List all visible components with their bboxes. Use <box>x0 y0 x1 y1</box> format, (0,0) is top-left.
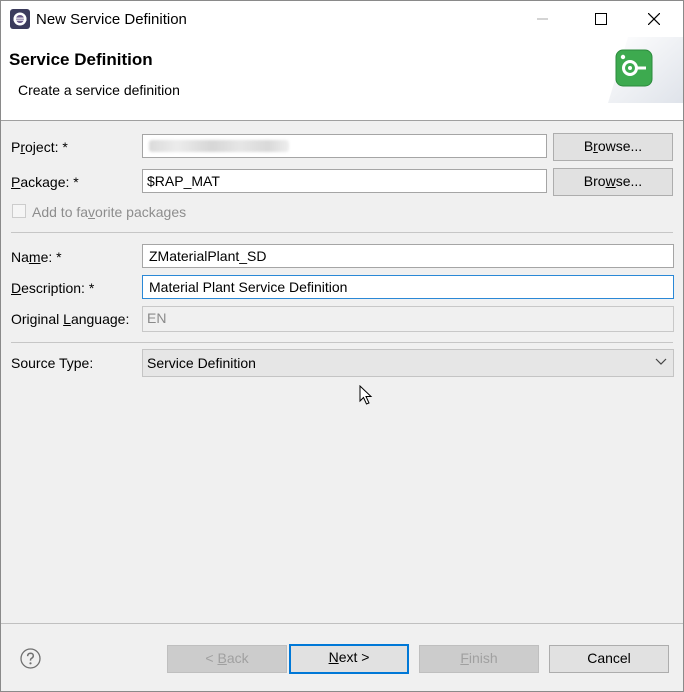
project-field[interactable] <box>142 134 547 158</box>
close-icon <box>648 13 660 25</box>
eclipse-app-icon <box>10 9 30 29</box>
project-label: Project: * <box>11 139 68 155</box>
wizard-header: Service Definition Create a service defi… <box>1 37 683 121</box>
original-language-label: Original Language: <box>11 311 130 327</box>
close-button[interactable] <box>631 1 677 37</box>
title-bar: New Service Definition <box>1 1 683 37</box>
next-button[interactable]: Next > <box>289 644 409 674</box>
package-label: Package: * <box>11 174 79 190</box>
original-language-field: EN <box>142 306 674 332</box>
favorite-packages-checkbox[interactable] <box>12 204 26 218</box>
name-field[interactable]: ZMaterialPlant_SD <box>142 244 674 268</box>
project-value-redacted <box>149 140 289 152</box>
separator <box>11 342 673 343</box>
finish-button[interactable]: Finish <box>419 645 539 673</box>
minimize-button[interactable] <box>520 1 566 37</box>
package-field[interactable]: $RAP_MAT <box>142 169 547 193</box>
name-label: Name: * <box>11 249 62 265</box>
minimize-icon <box>537 18 548 20</box>
source-type-value: Service Definition <box>147 355 256 371</box>
project-browse-button[interactable]: Browse... <box>553 133 673 161</box>
separator <box>11 232 673 233</box>
back-button[interactable]: < Back <box>167 645 287 673</box>
cancel-button[interactable]: Cancel <box>549 645 669 673</box>
maximize-icon <box>595 13 607 25</box>
favorite-packages-label: Add to favorite packages <box>32 204 187 220</box>
chevron-down-icon <box>655 358 667 365</box>
source-type-label: Source Type: <box>11 355 94 371</box>
window-title: New Service Definition <box>36 11 187 28</box>
maximize-button[interactable] <box>578 1 624 37</box>
description-field[interactable]: Material Plant Service Definition <box>142 275 674 299</box>
footer-separator <box>1 623 683 624</box>
service-definition-wizard-icon <box>615 49 653 87</box>
help-icon[interactable] <box>20 648 41 669</box>
page-subtitle: Create a service definition <box>18 82 180 98</box>
source-type-dropdown[interactable]: Service Definition <box>142 349 674 377</box>
page-title: Service Definition <box>9 50 153 69</box>
description-label: Description: * <box>11 280 95 296</box>
dialog-window: New Service Definition Service Definitio… <box>0 0 684 692</box>
package-browse-button[interactable]: Browse... <box>553 168 673 196</box>
mouse-cursor-icon <box>359 385 373 405</box>
